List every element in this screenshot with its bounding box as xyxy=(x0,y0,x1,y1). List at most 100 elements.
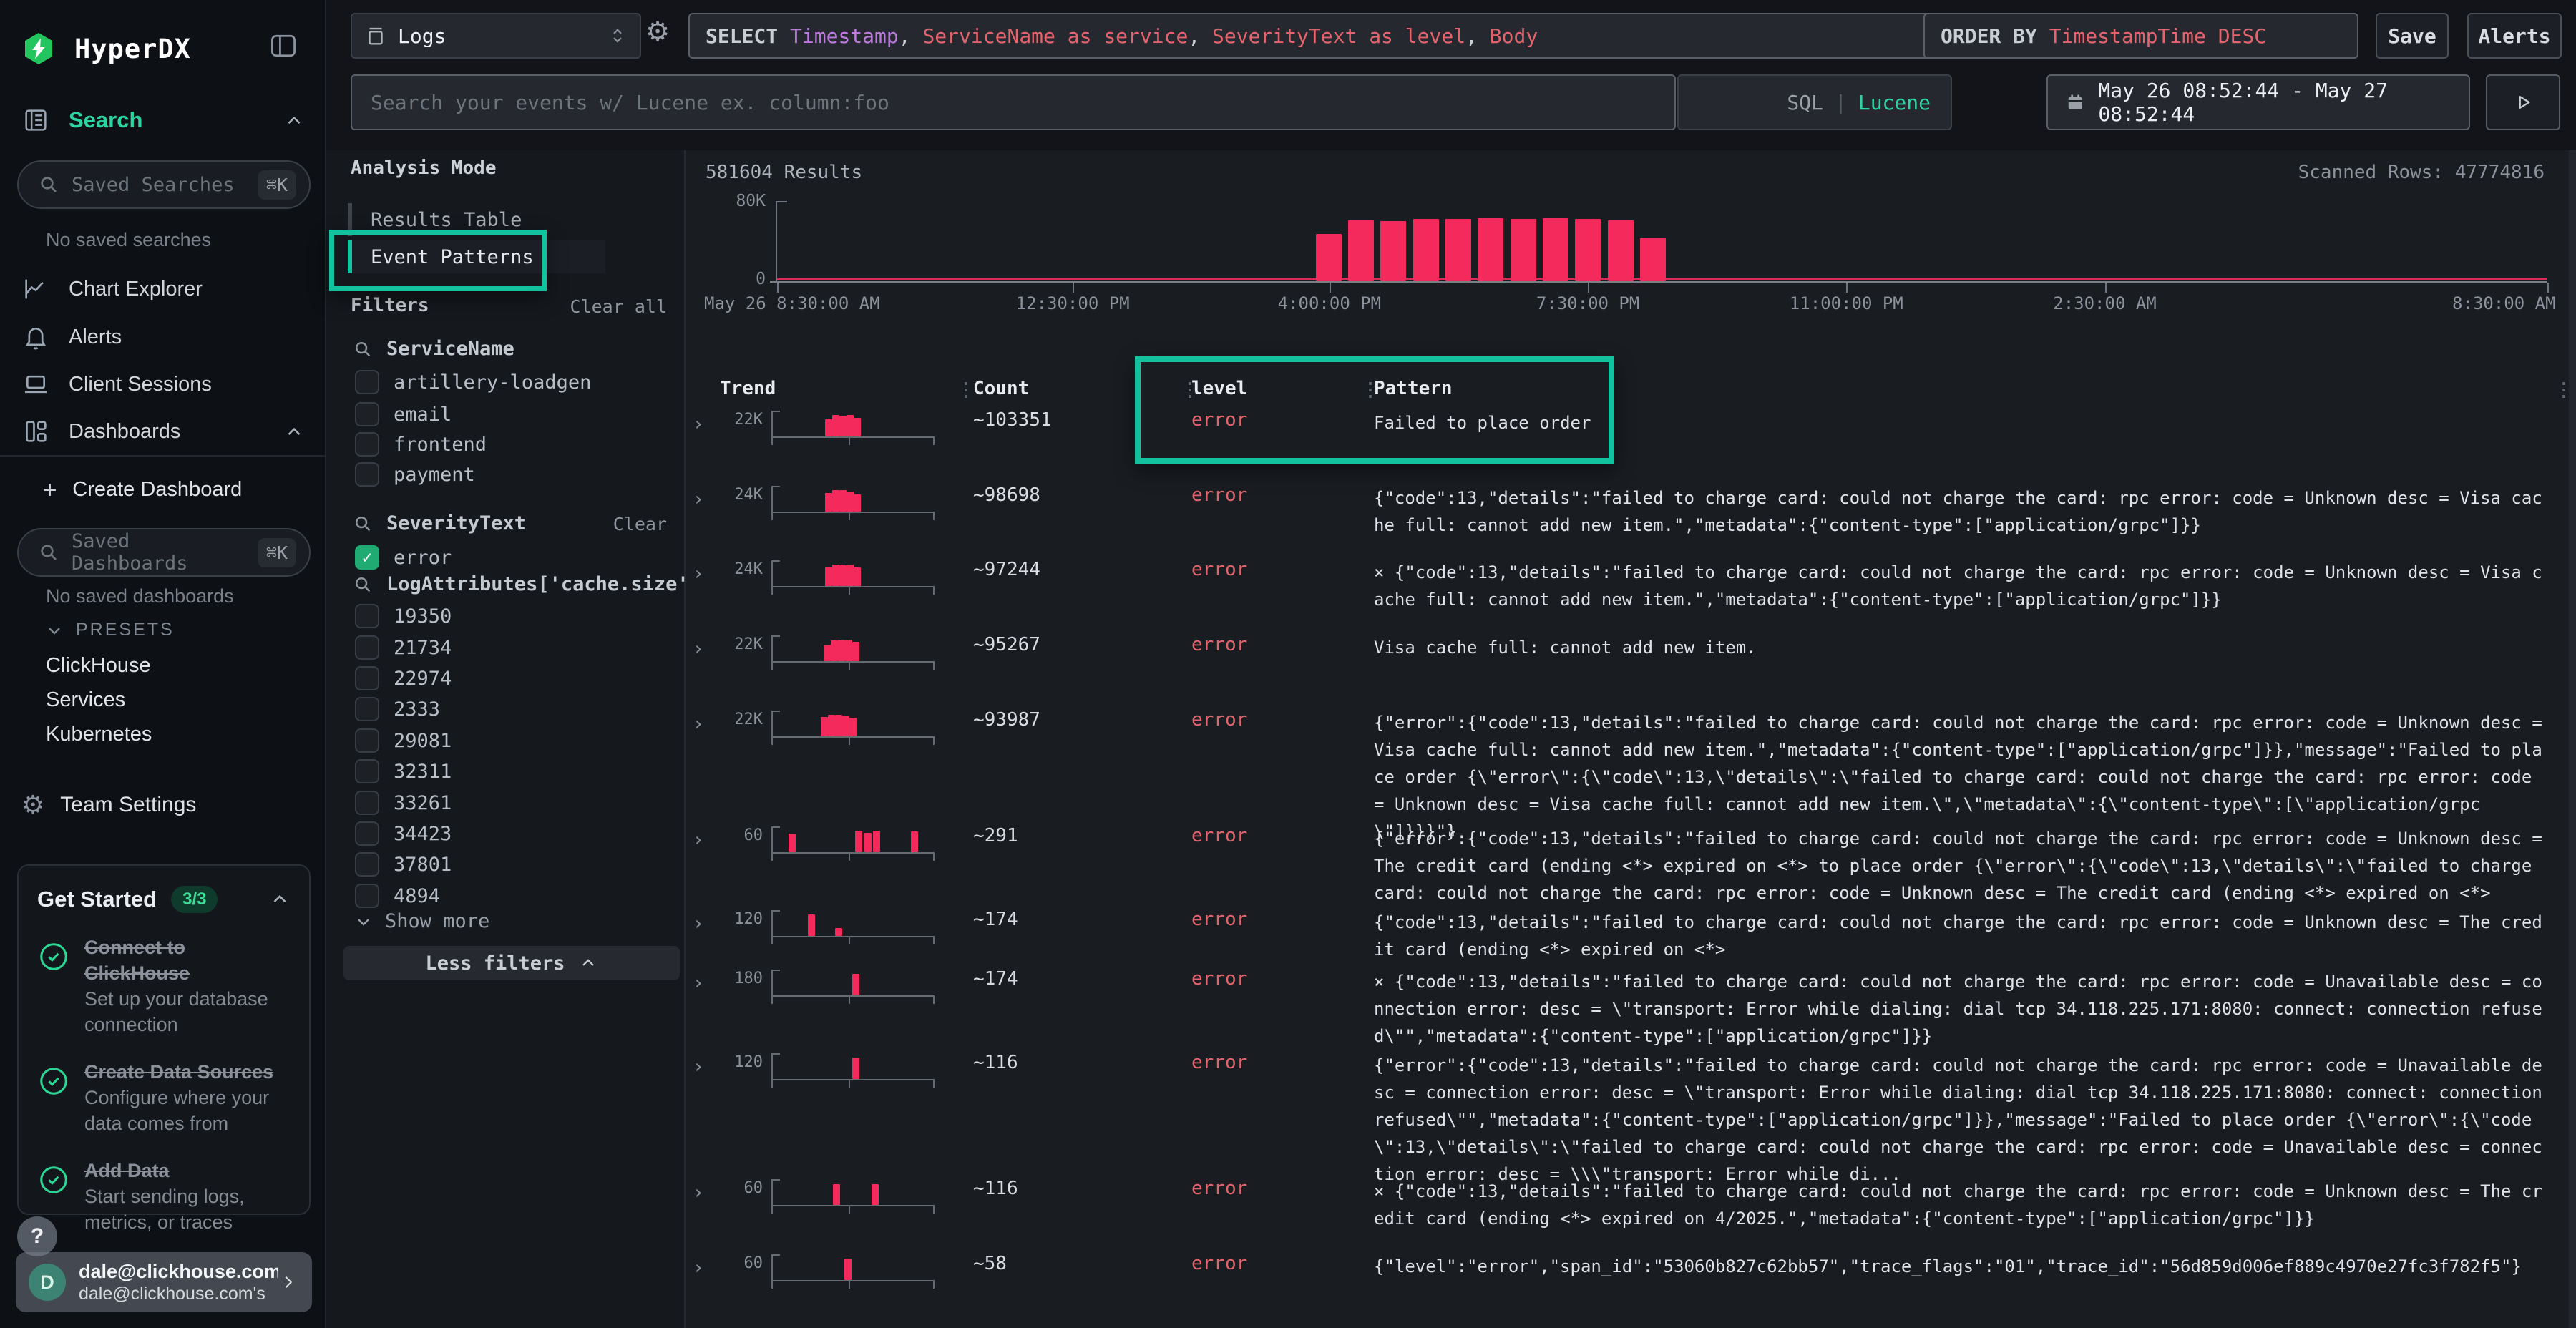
divider xyxy=(0,455,325,456)
count-value: ~97244 xyxy=(973,559,1040,580)
filter-option[interactable]: 21734 xyxy=(355,633,452,662)
filter-checkbox[interactable] xyxy=(355,791,379,815)
source-select[interactable]: Logs xyxy=(351,13,641,59)
scrollbar[interactable] xyxy=(2569,150,2576,1328)
histogram-bar[interactable] xyxy=(1608,220,1634,281)
histogram-bar[interactable] xyxy=(1445,219,1471,281)
col-pattern[interactable]: Pattern xyxy=(1374,378,1453,399)
filter-checkbox[interactable] xyxy=(355,370,379,394)
histogram-bar[interactable] xyxy=(1478,218,1503,281)
language-sql-option[interactable]: SQL xyxy=(1787,91,1823,114)
filter-checkbox[interactable] xyxy=(355,666,379,690)
filter-checkbox[interactable] xyxy=(355,604,379,628)
language-lucene-option[interactable]: Lucene xyxy=(1858,91,1931,114)
histogram-bar[interactable] xyxy=(1316,234,1342,281)
clear-all-button[interactable]: Clear all xyxy=(570,296,667,317)
get-started-progress-badge: 3/3 xyxy=(171,886,218,913)
source-settings-gear-icon[interactable]: ⚙ xyxy=(645,16,670,47)
user-menu[interactable]: D dale@clickhouse.com dale@clickhouse.co… xyxy=(16,1252,312,1312)
bell-icon xyxy=(21,323,50,351)
filter-option[interactable]: 33261 xyxy=(355,788,452,817)
sidebar-item-alerts[interactable]: Alerts xyxy=(21,318,308,356)
saved-searches-input[interactable]: Saved Searches ⌘K xyxy=(17,160,311,209)
chevron-up-icon[interactable] xyxy=(283,110,305,132)
trend-max-label: 180 xyxy=(703,970,763,987)
filter-option[interactable]: ✓error xyxy=(355,543,452,572)
help-button[interactable]: ? xyxy=(17,1216,57,1256)
filter-option[interactable]: 34423 xyxy=(355,819,452,848)
histogram-bar[interactable] xyxy=(1640,238,1666,281)
histogram-bar[interactable] xyxy=(1348,220,1374,281)
save-button[interactable]: Save xyxy=(2376,13,2449,59)
filter-option[interactable]: 32311 xyxy=(355,757,452,786)
filter-option[interactable]: 22974 xyxy=(355,664,452,693)
filter-option[interactable]: 4894 xyxy=(355,882,440,910)
sidebar-preset-kubernetes[interactable]: Kubernetes xyxy=(46,718,152,750)
col-level[interactable]: level xyxy=(1191,378,1247,399)
get-started-item-title: Add Data xyxy=(84,1158,291,1183)
col-trend[interactable]: Trend xyxy=(720,378,776,399)
filter-option[interactable]: artillery-loadgen xyxy=(355,368,591,396)
sidebar-item-dashboards[interactable]: Dashboards xyxy=(21,413,308,450)
search-input[interactable]: Search your events w/ Lucene ex. column:… xyxy=(351,74,1676,130)
sidebar-item-client-sessions[interactable]: Client Sessions xyxy=(21,366,308,403)
filter-option[interactable]: 19350 xyxy=(355,602,452,630)
sidebar-preset-clickhouse[interactable]: ClickHouse xyxy=(46,650,151,681)
analysis-mode-event-patterns[interactable]: Event Patterns xyxy=(348,240,605,273)
col-count[interactable]: Count xyxy=(973,378,1029,399)
filter-option[interactable]: email xyxy=(355,400,452,429)
sidebar-item-team-settings[interactable]: ⚙ Team Settings xyxy=(21,787,308,823)
get-started-item[interactable]: Connect to ClickHouseSet up your databas… xyxy=(37,934,291,1038)
count-value: ~116 xyxy=(973,1052,1018,1073)
app-title: HyperDX xyxy=(74,34,191,64)
sidebar-item-search[interactable]: Search xyxy=(21,103,308,137)
run-query-button[interactable] xyxy=(2486,74,2560,130)
filter-checkbox[interactable] xyxy=(355,462,379,487)
saved-dashboards-input[interactable]: Saved Dashboards ⌘K xyxy=(17,528,311,577)
filter-group-header: ServiceName xyxy=(352,338,514,360)
get-started-item[interactable]: Add DataStart sending logs, metrics, or … xyxy=(37,1158,291,1235)
filter-group-header: SeverityText xyxy=(352,512,526,534)
filter-checkbox[interactable] xyxy=(355,759,379,783)
histogram-bar[interactable] xyxy=(1543,218,1568,281)
x-axis-tick xyxy=(1073,283,1074,293)
sidebar-preset-services[interactable]: Services xyxy=(46,684,125,716)
order-by-editor[interactable]: ORDER BY TimestampTime DESC xyxy=(1923,13,2358,59)
alerts-button[interactable]: Alerts xyxy=(2467,13,2562,59)
filter-checkbox[interactable] xyxy=(355,432,379,456)
filter-option[interactable]: 37801 xyxy=(355,850,452,879)
date-range-picker[interactable]: May 26 08:52:44 - May 27 08:52:44 xyxy=(2046,74,2470,130)
chevron-up-icon[interactable] xyxy=(269,889,291,910)
filter-checkbox[interactable] xyxy=(355,697,379,721)
filter-checkbox[interactable] xyxy=(355,821,379,846)
sidebar-item-chart-explorer[interactable]: Chart Explorer xyxy=(21,270,308,308)
help-label: ? xyxy=(31,1224,44,1249)
get-started-item[interactable]: Create Data SourcesConfigure where your … xyxy=(37,1059,291,1136)
filter-checkbox[interactable] xyxy=(355,635,379,660)
filter-option[interactable]: payment xyxy=(355,460,475,489)
trend-max-label: 60 xyxy=(703,826,763,844)
sidebar-collapse-icon[interactable] xyxy=(268,30,299,62)
filter-option[interactable]: frontend xyxy=(355,430,487,459)
chevron-up-icon[interactable] xyxy=(283,421,305,443)
show-more-button[interactable]: Show more xyxy=(353,910,489,932)
filter-checkbox[interactable]: ✓ xyxy=(355,545,379,570)
less-filters-button[interactable]: Less filters xyxy=(343,946,680,980)
logs-source-icon xyxy=(364,24,388,48)
filter-option[interactable]: 29081 xyxy=(355,726,452,755)
filter-checkbox[interactable] xyxy=(355,728,379,753)
create-dashboard-button[interactable]: + Create Dashboard xyxy=(43,475,242,504)
clear-filter-button[interactable]: Clear xyxy=(613,514,667,534)
filter-checkbox[interactable] xyxy=(355,852,379,877)
no-saved-dashboards-text: No saved dashboards xyxy=(46,585,234,607)
count-value: ~58 xyxy=(973,1253,1007,1274)
histogram-bar[interactable] xyxy=(1575,219,1601,281)
filter-option[interactable]: 2333 xyxy=(355,695,440,723)
filter-checkbox[interactable] xyxy=(355,884,379,908)
analysis-mode-results-table[interactable]: Results Table xyxy=(348,203,605,236)
filter-checkbox[interactable] xyxy=(355,402,379,426)
histogram-bar[interactable] xyxy=(1413,219,1439,281)
histogram-bar[interactable] xyxy=(1380,221,1406,281)
histogram-bar[interactable] xyxy=(1511,219,1536,281)
presets-toggle[interactable]: PRESETS xyxy=(44,620,175,640)
